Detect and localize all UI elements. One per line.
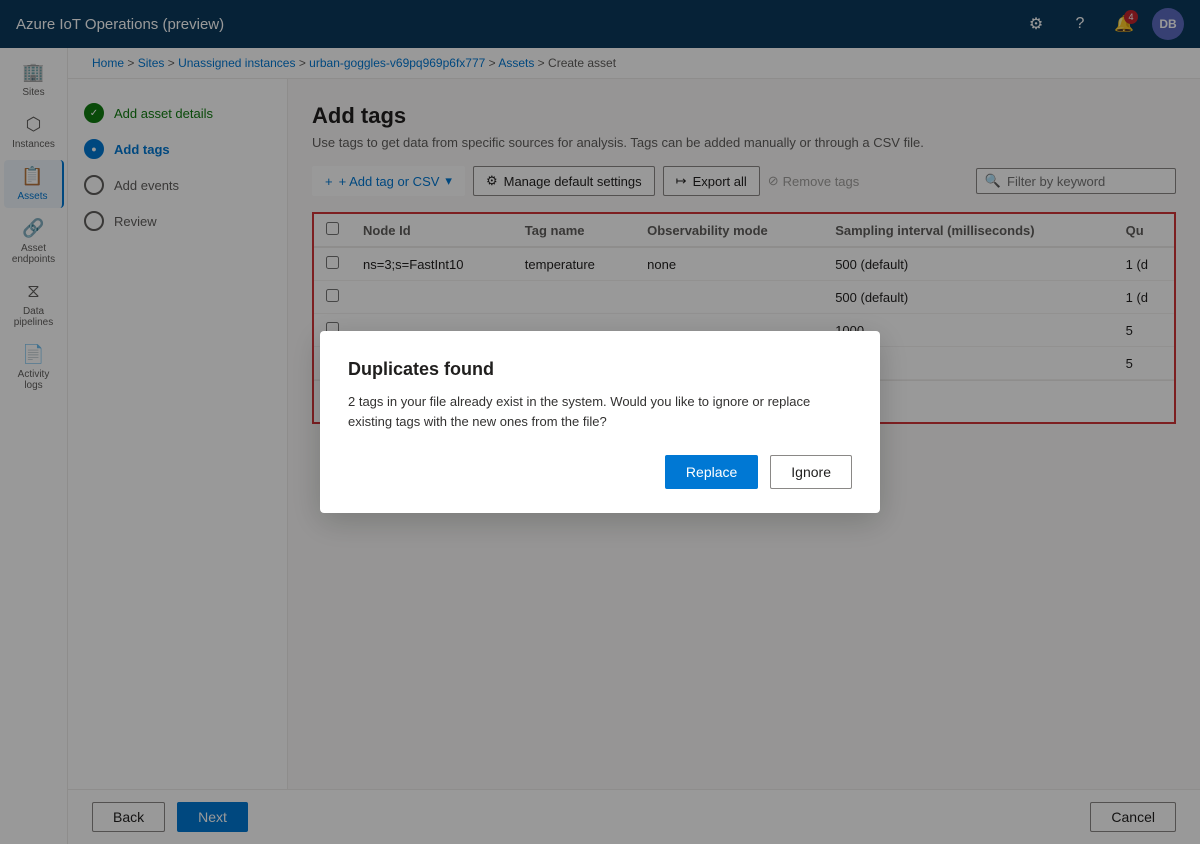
- dialog-body: 2 tags in your file already exist in the…: [348, 392, 852, 431]
- duplicates-dialog: Duplicates found 2 tags in your file alr…: [320, 331, 880, 513]
- ignore-button[interactable]: Ignore: [770, 455, 852, 489]
- dialog-title: Duplicates found: [348, 359, 852, 380]
- dialog-actions: Replace Ignore: [348, 455, 852, 489]
- dialog-overlay: Duplicates found 2 tags in your file alr…: [0, 0, 1200, 844]
- replace-button[interactable]: Replace: [665, 455, 758, 489]
